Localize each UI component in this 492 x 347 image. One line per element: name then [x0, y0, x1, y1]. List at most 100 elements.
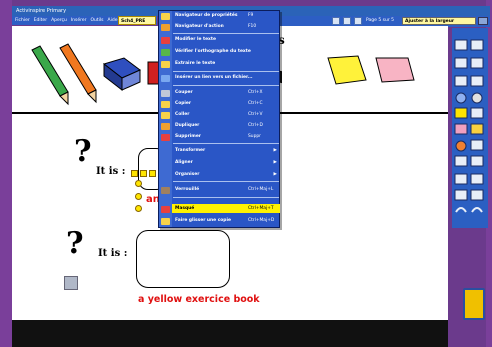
- select-icon[interactable]: [454, 107, 468, 119]
- menu-item-cut[interactable]: Couper Ctrl+X: [172, 88, 280, 97]
- selection-handle[interactable]: [131, 170, 138, 177]
- question-1-label: It is :: [96, 166, 126, 177]
- menu-separator: [173, 71, 279, 72]
- window-border-left: [0, 0, 12, 347]
- menu-file[interactable]: Fichier: [15, 18, 30, 23]
- selection-handle[interactable]: [135, 205, 142, 212]
- shape-icon[interactable]: [454, 155, 468, 167]
- pink-notebook-icon[interactable]: [375, 57, 415, 83]
- menu-item-copy[interactable]: Copier Ctrl+C: [172, 99, 280, 108]
- pen-icon[interactable]: [454, 123, 468, 135]
- menu-view[interactable]: Aperçu: [51, 18, 67, 23]
- answer-2-text[interactable]: a yellow exercice book: [138, 294, 260, 305]
- menu-item-align[interactable]: Aligner ▶: [172, 158, 280, 167]
- selection-handle[interactable]: [135, 193, 142, 200]
- menu-help[interactable]: Aide: [108, 18, 118, 23]
- menu-item-shortcut: Ctrl+Maj+L: [248, 187, 274, 192]
- menu-item-action-browser[interactable]: Navigateur d'action F10: [172, 22, 280, 31]
- menu-item-label: Navigateur d'action: [175, 24, 224, 29]
- selection-handle[interactable]: [149, 170, 156, 177]
- text-icon[interactable]: [470, 155, 484, 167]
- menu-item-shortcut: Ctrl+Maj+T: [248, 206, 274, 211]
- menu-item-transform[interactable]: Transformer ▶: [172, 146, 280, 155]
- camera-icon[interactable]: [454, 173, 468, 185]
- extract-text-icon: [161, 61, 170, 68]
- blue-book-icon[interactable]: [102, 57, 141, 92]
- paste-icon: [161, 112, 170, 119]
- magic-pen-icon[interactable]: [470, 139, 484, 151]
- redo-arrow-icon[interactable]: [471, 207, 483, 213]
- notebooks-row: [327, 55, 415, 85]
- menu-item-delete[interactable]: Supprimer Suppr: [172, 132, 280, 141]
- chevron-down-icon[interactable]: [478, 17, 488, 25]
- menu-item-label: Copier: [175, 101, 192, 106]
- menu-item-paste[interactable]: Coller Ctrl+V: [172, 110, 280, 119]
- menu-item-spellcheck[interactable]: Vérifier l'orthographe du texte: [172, 47, 280, 56]
- menu-item-shortcut: F10: [248, 24, 257, 29]
- edit-text-icon: [161, 37, 170, 44]
- document-tab[interactable]: Sch4_PRE: [118, 16, 156, 25]
- menu-item-edit-text[interactable]: Modifier le texte: [172, 35, 280, 44]
- menu-item-shortcut: F9: [248, 13, 254, 18]
- page-indicator: Page 5 sur 5: [366, 18, 394, 23]
- zoom-select[interactable]: Ajuster à la largeur: [402, 17, 476, 25]
- menu-tools[interactable]: Outils: [91, 18, 104, 23]
- menu-item-shortcut: Suppr: [248, 134, 261, 139]
- green-pencil-icon[interactable]: [31, 45, 69, 106]
- trash-icon[interactable]: [463, 288, 485, 320]
- globe-icon[interactable]: [455, 92, 467, 104]
- selection-handle[interactable]: [135, 180, 142, 187]
- hide-icon: [161, 206, 170, 213]
- menu-insert[interactable]: Insérer: [71, 18, 87, 23]
- cut-icon: [161, 90, 170, 97]
- save-icon[interactable]: [354, 17, 362, 25]
- menu-separator: [173, 33, 279, 34]
- duplicate-icon: [161, 123, 170, 130]
- answer-box-2[interactable]: [136, 230, 230, 288]
- menu-separator: [173, 143, 279, 144]
- page-prev-icon[interactable]: [454, 57, 468, 69]
- menu-item-label: Extraire le texte: [175, 61, 216, 66]
- menu-item-hidden[interactable]: Masqué Ctrl+Maj+T: [172, 204, 280, 213]
- flipchart-icon[interactable]: [454, 189, 468, 201]
- menu-item-label: Aligner: [175, 160, 193, 165]
- app-window: Activinspire Primary Fichier Editer Aper…: [0, 0, 492, 347]
- menu-item-extract-text[interactable]: Extraire le texte: [172, 59, 280, 68]
- drag-copy-icon: [161, 218, 170, 225]
- menu-item-property-browser[interactable]: Navigateur de propriétés F9: [172, 11, 280, 20]
- highlighter-icon[interactable]: [470, 123, 484, 135]
- fill-icon[interactable]: [455, 140, 467, 152]
- menu-item-drag-copy[interactable]: Faire glisser une copie Ctrl+Maj+D: [172, 216, 280, 225]
- grid-icon[interactable]: [470, 39, 484, 51]
- resources-icon[interactable]: [470, 173, 484, 185]
- menu-item-label: Supprimer: [175, 134, 201, 139]
- menu-item-arrange[interactable]: Organiser ▶: [172, 170, 280, 179]
- menu-item-link-file[interactable]: Insérer un lien vers un fichier...: [172, 73, 280, 82]
- menu-separator: [173, 181, 279, 182]
- chevron-right-icon: ▶: [273, 160, 277, 165]
- menu-item-locked[interactable]: Verrouillé Ctrl+Maj+L: [172, 185, 280, 194]
- copy-icon[interactable]: [454, 75, 468, 87]
- paste-icon[interactable]: [470, 75, 484, 87]
- property-browser-icon: [161, 13, 170, 20]
- lock-icon: [161, 187, 170, 194]
- speaker-icon[interactable]: [64, 276, 78, 290]
- undo-arrow-icon[interactable]: [455, 207, 467, 213]
- yellow-notebook-icon[interactable]: [327, 55, 367, 85]
- selection-handle[interactable]: [140, 170, 147, 177]
- context-menu: Navigateur de propriétés F9 Navigateur d'…: [158, 10, 280, 228]
- menu-separator: [173, 85, 279, 86]
- menu-item-label: Verrouillé: [175, 187, 200, 192]
- chevron-right-icon: ▶: [273, 172, 277, 177]
- eraser-icon[interactable]: [471, 92, 483, 104]
- scissors-icon[interactable]: [470, 107, 484, 119]
- home-icon[interactable]: [454, 39, 468, 51]
- menu-item-shortcut: Ctrl+X: [248, 90, 263, 95]
- menu-item-duplicate[interactable]: Dupliquer Ctrl+D: [172, 121, 280, 130]
- palette-icons: [454, 39, 484, 213]
- undo-icon[interactable]: [332, 17, 340, 25]
- page-next-icon[interactable]: [470, 57, 484, 69]
- redo-icon[interactable]: [343, 17, 351, 25]
- lock-icon[interactable]: [470, 189, 484, 201]
- menu-edit[interactable]: Editer: [34, 18, 47, 23]
